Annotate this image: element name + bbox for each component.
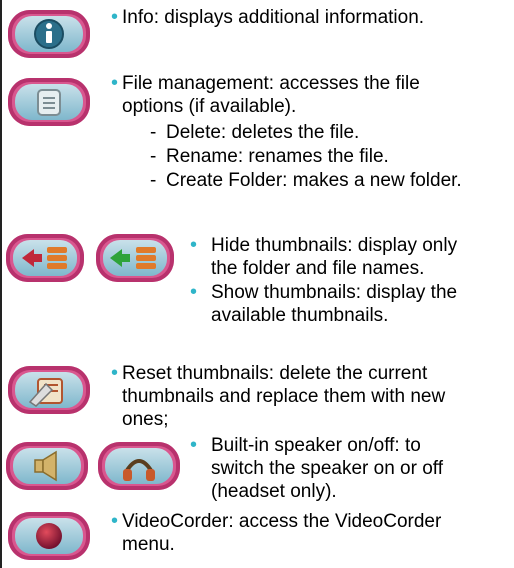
dash: - — [150, 170, 157, 191]
bullet: • — [190, 234, 198, 256]
page-border — [0, 0, 2, 568]
videocorder-line-1: VideoCorder: access the VideoCorder — [122, 511, 442, 532]
show-thumbnails-icon — [110, 247, 156, 269]
info-text: Info: displays additional information. — [122, 7, 425, 28]
bullet: • — [111, 6, 119, 28]
videocorder-button[interactable] — [8, 512, 90, 560]
hide-thumbnails-icon — [22, 247, 67, 269]
bullet: • — [190, 434, 198, 456]
speaker-icon — [34, 450, 57, 482]
show-thumbnails-line-2: available thumbnails. — [211, 305, 389, 326]
bullet: • — [111, 510, 119, 532]
hide-thumbnails-button[interactable] — [6, 234, 84, 282]
delete-text: Delete: deletes the file. — [166, 122, 360, 143]
speaker-line-3: (headset only). — [211, 481, 337, 502]
info-button[interactable] — [8, 10, 90, 58]
create-folder-text: Create Folder: makes a new folder. — [166, 170, 462, 191]
videocorder-line-2: menu. — [122, 534, 175, 555]
show-thumbnails-button[interactable] — [96, 234, 174, 282]
bullet: • — [111, 362, 119, 384]
rename-text: Rename: renames the file. — [166, 146, 389, 167]
reset-thumbnails-line-2: thumbnails and replace them with new — [122, 386, 446, 407]
file-management-line-1: File management: accesses the file — [122, 73, 420, 94]
reset-thumbnails-line-1: Reset thumbnails: delete the current — [122, 363, 428, 384]
videocorder-icon — [36, 523, 62, 549]
hide-thumbnails-line-1: Hide thumbnails: display only — [211, 235, 458, 256]
dash: - — [150, 122, 157, 143]
file-options-icon — [37, 89, 61, 116]
hide-thumbnails-line-2: the folder and file names. — [211, 258, 425, 279]
show-thumbnails-line-1: Show thumbnails: display the — [211, 282, 458, 303]
file-management-line-2: options (if available). — [122, 96, 297, 117]
speaker-button[interactable] — [6, 442, 88, 490]
headset-button[interactable] — [98, 442, 180, 490]
speaker-line-2: switch the speaker on or off — [211, 458, 443, 479]
bullet: • — [111, 72, 119, 94]
headset-icon — [123, 459, 155, 481]
manual-page: • Info: displays additional information.… — [0, 0, 514, 568]
reset-thumbnails-icon — [28, 378, 63, 407]
file-management-button[interactable] — [8, 78, 90, 126]
dash: - — [150, 146, 157, 167]
info-icon — [34, 19, 64, 49]
reset-thumbnails-button[interactable] — [8, 366, 90, 414]
reset-thumbnails-line-3: ones; — [122, 409, 169, 430]
speaker-line-1: Built-in speaker on/off: to — [211, 435, 421, 456]
bullet: • — [190, 281, 198, 303]
